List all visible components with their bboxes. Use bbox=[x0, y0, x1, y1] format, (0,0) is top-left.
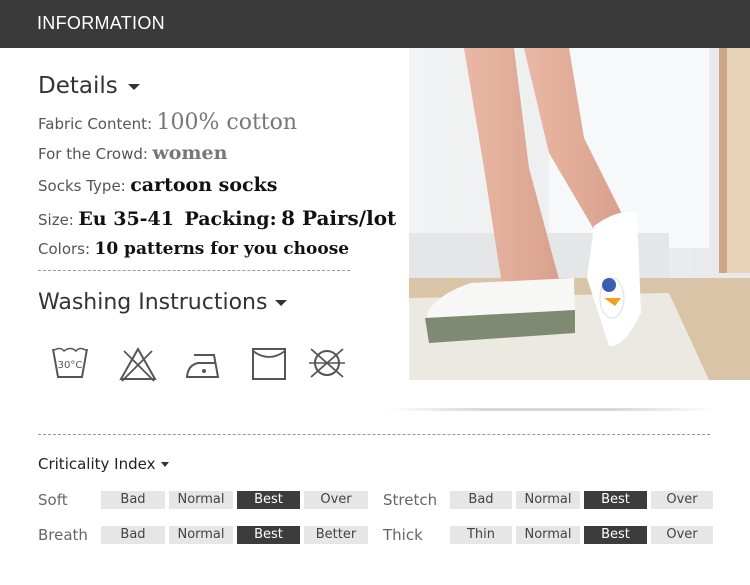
packing-value: 8 Pairs/lot bbox=[281, 206, 397, 230]
packing-label: Packing: bbox=[184, 208, 277, 230]
breath-option-bad: Bad bbox=[101, 526, 165, 544]
type-row: Socks Type: cartoon socks bbox=[38, 174, 277, 196]
thick-label: Thick bbox=[383, 526, 423, 544]
fabric-row: Fabric Content: 100% cotton bbox=[38, 110, 297, 135]
details-title: Details bbox=[38, 73, 140, 99]
breath-option-best: Best bbox=[237, 526, 300, 544]
info-header: INFORMATION bbox=[0, 0, 750, 48]
criticality-title: Criticality Index bbox=[38, 455, 170, 473]
colors-label: Colors: bbox=[38, 240, 91, 258]
stretch-label: Stretch bbox=[383, 491, 438, 509]
tumble-dry-icon bbox=[249, 343, 289, 383]
breath-label: Breath bbox=[38, 526, 88, 544]
stretch-option-over: Over bbox=[651, 491, 713, 509]
breath-option-better: Better bbox=[304, 526, 368, 544]
stretch-option-normal: Normal bbox=[516, 491, 580, 509]
breath-option-normal: Normal bbox=[169, 526, 233, 544]
caret-down-icon bbox=[275, 300, 288, 306]
no-bleach-icon bbox=[118, 343, 158, 383]
size-label: Size: bbox=[38, 211, 74, 229]
type-value: cartoon socks bbox=[130, 174, 278, 196]
size-value: Eu 35-41 bbox=[78, 208, 174, 230]
fabric-label: Fabric Content: bbox=[38, 115, 153, 133]
crowd-label: For the Crowd: bbox=[38, 145, 148, 163]
photo-shadow bbox=[385, 408, 715, 411]
criticality-divider bbox=[38, 434, 710, 435]
details-divider bbox=[38, 270, 350, 271]
caret-down-icon bbox=[127, 83, 140, 90]
caret-down-icon bbox=[161, 462, 170, 467]
soft-option-bad: Bad bbox=[101, 491, 165, 509]
crowd-value: women bbox=[152, 142, 228, 164]
product-photo bbox=[409, 48, 750, 380]
soft-label: Soft bbox=[38, 491, 68, 509]
soft-option-normal: Normal bbox=[169, 491, 233, 509]
no-dry-clean-icon bbox=[305, 343, 345, 383]
stretch-option-bad: Bad bbox=[450, 491, 512, 509]
type-label: Socks Type: bbox=[38, 177, 126, 195]
wash-30c-icon: 30°C bbox=[50, 343, 90, 383]
thick-option-normal: Normal bbox=[516, 526, 580, 544]
crowd-row: For the Crowd: women bbox=[38, 142, 227, 164]
iron-low-icon bbox=[184, 343, 224, 383]
thick-option-over: Over bbox=[651, 526, 713, 544]
wash-temp-text: 30°C bbox=[58, 360, 83, 371]
size-row: Size: Eu 35-41 Packing: 8 Pairs/lot bbox=[38, 206, 396, 230]
colors-value: 10 patterns for you choose bbox=[94, 239, 350, 259]
stretch-option-best: Best bbox=[584, 491, 647, 509]
fabric-value: 100% cotton bbox=[156, 110, 298, 135]
colors-row: Colors: 10 patterns for you choose bbox=[38, 239, 349, 259]
header-title: INFORMATION bbox=[37, 13, 165, 33]
soft-option-best: Best bbox=[237, 491, 300, 509]
thick-option-thin: Thin bbox=[450, 526, 512, 544]
washing-title: Washing Instructions bbox=[38, 290, 288, 315]
thick-option-best: Best bbox=[584, 526, 647, 544]
soft-option-over: Over bbox=[304, 491, 368, 509]
